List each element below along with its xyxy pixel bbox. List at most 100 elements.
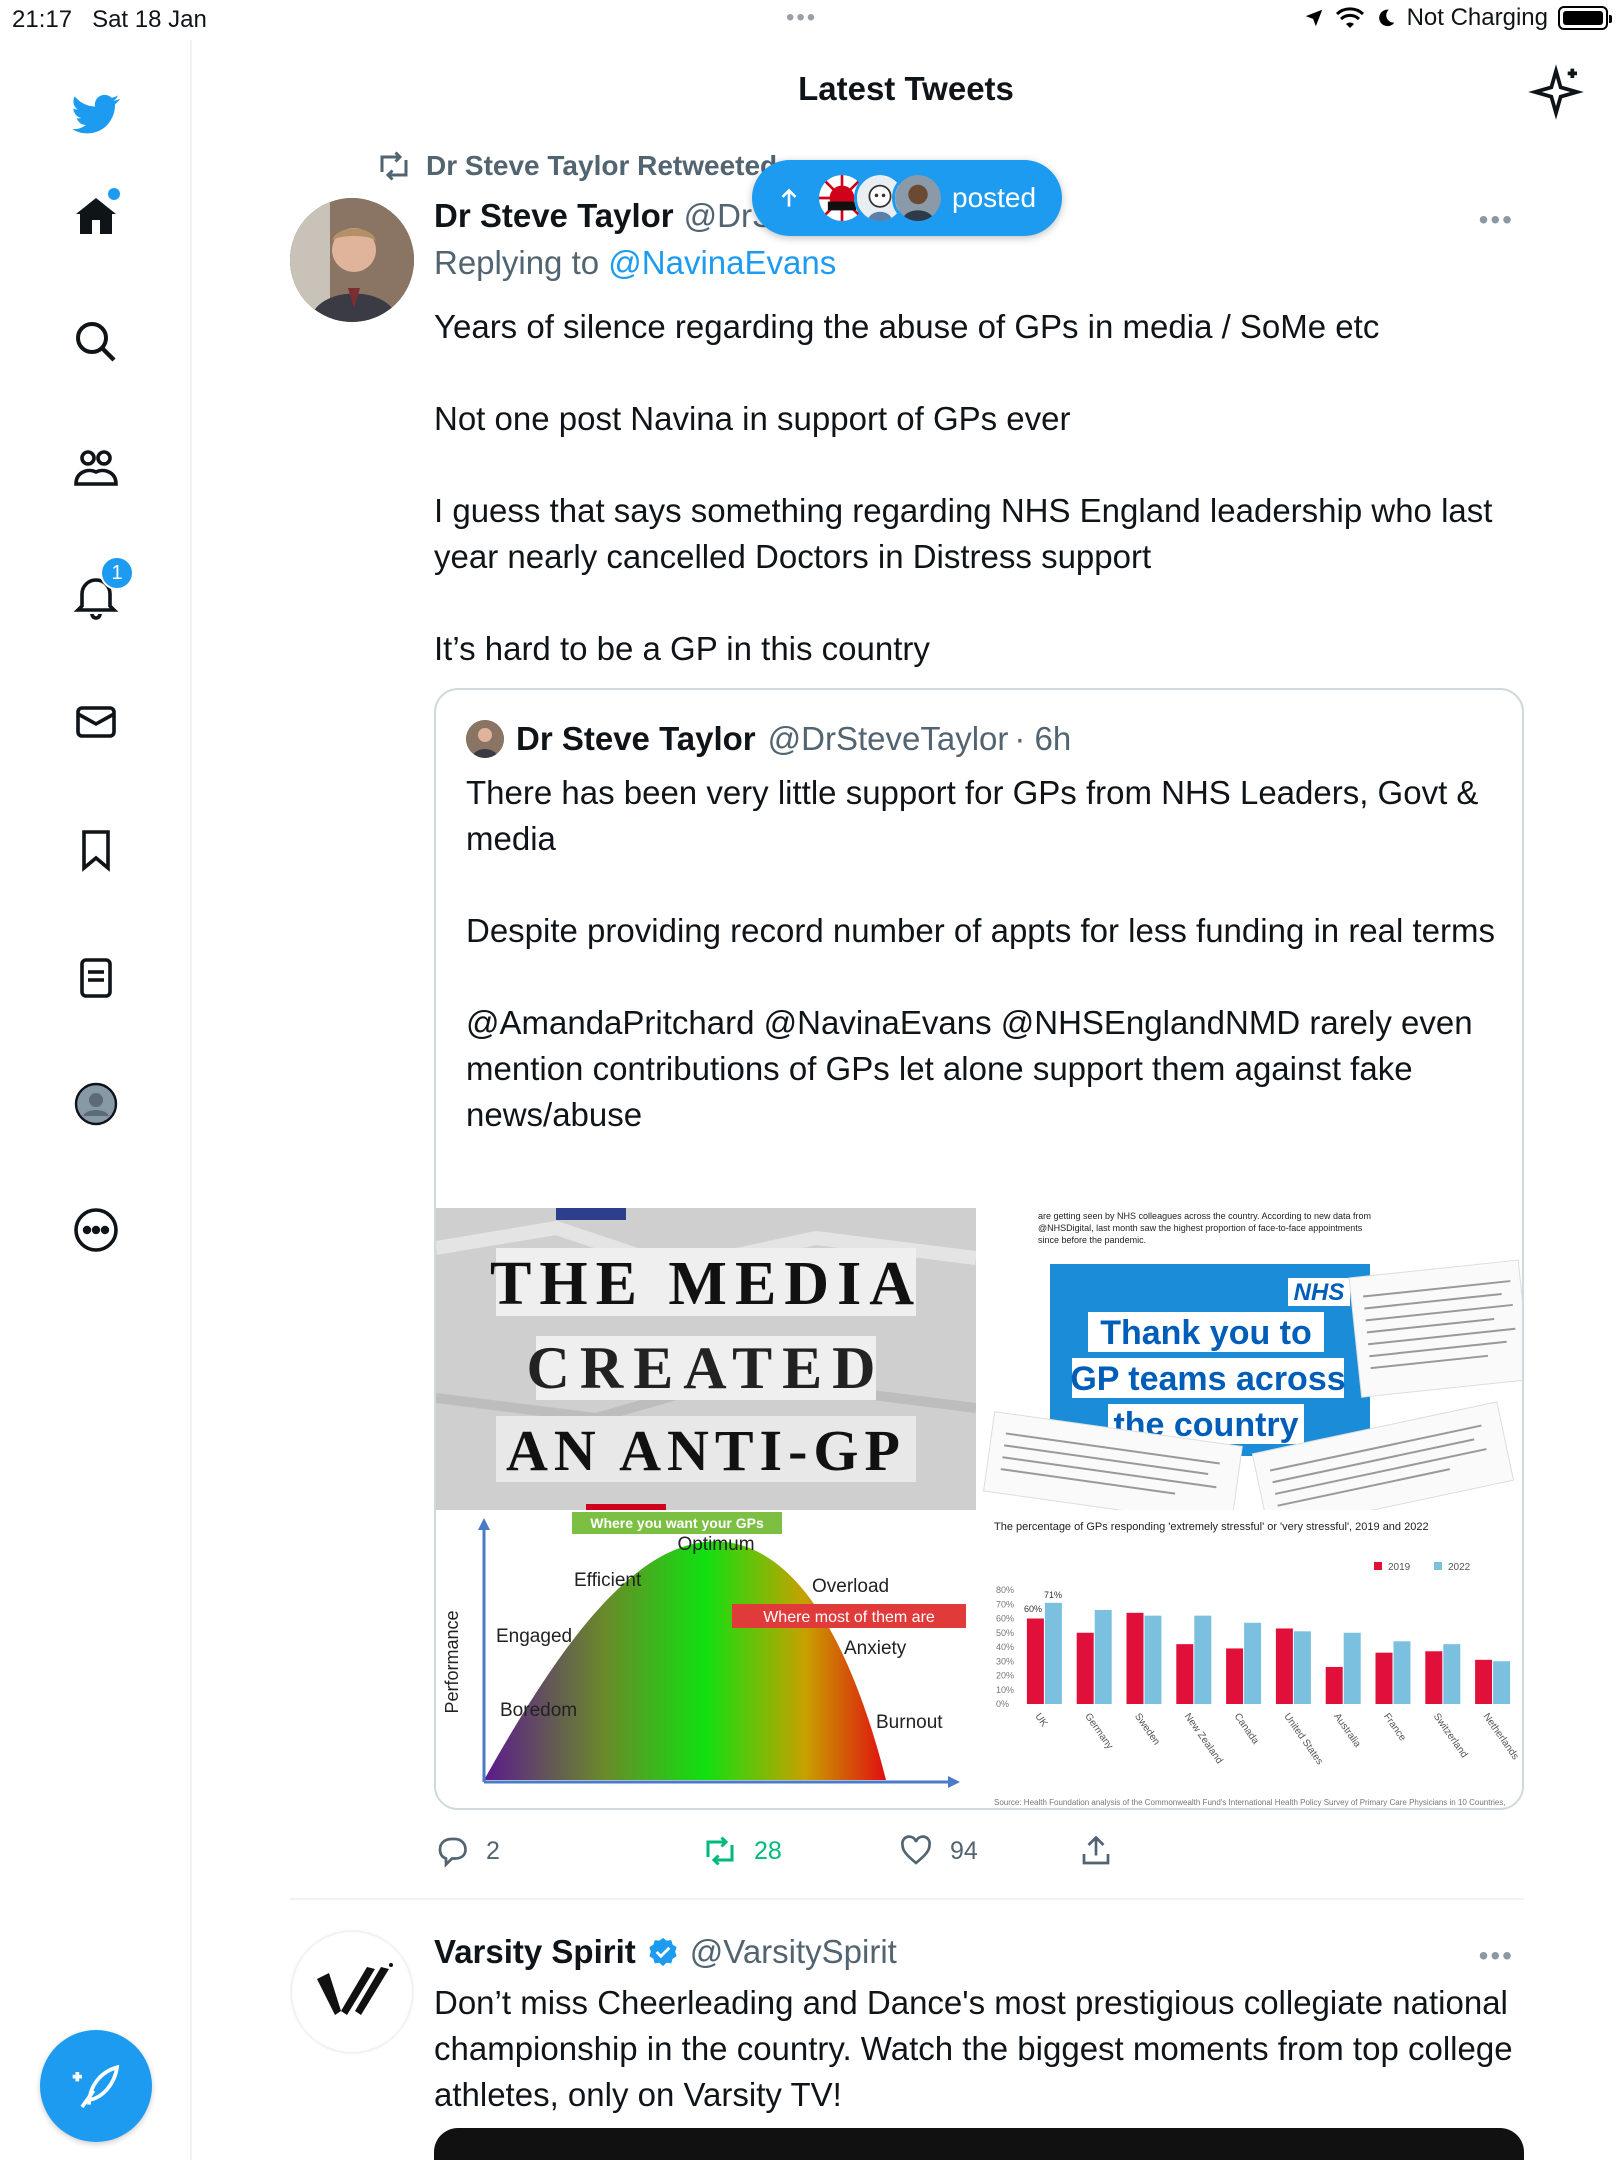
y-tick-label: 70% [996, 1599, 1014, 1609]
quote-paragraph: Despite providing record number of appts… [466, 912, 1496, 949]
home-icon[interactable] [68, 188, 124, 244]
tweet-content: Varsity Spirit @VarsitySpirit ••• Don’t … [434, 1920, 1514, 2118]
tweet-divider [290, 1898, 1524, 1900]
perf-ylabel: Performance [442, 1610, 462, 1713]
legend-swatch-2019 [1374, 1562, 1382, 1570]
author-name[interactable]: Dr Steve Taylor [434, 197, 674, 235]
communities-icon[interactable] [68, 440, 124, 496]
page-title: Latest Tweets [798, 70, 1014, 107]
share-icon [1082, 1835, 1110, 1865]
retweet-icon [380, 151, 408, 181]
reply-count: 2 [486, 1836, 500, 1865]
y-tick-label: 0% [996, 1699, 1009, 1709]
video-thumbnail[interactable] [434, 2128, 1524, 2160]
heart-icon [901, 1835, 931, 1865]
reply-button[interactable]: 2 [434, 1833, 634, 1869]
tweet-paragraph: Not one post Navina in support of GPs ev… [434, 400, 1071, 437]
retweet-button[interactable]: 28 [702, 1833, 902, 1869]
compose-feather-icon [72, 2064, 120, 2109]
reply-icon [438, 1837, 467, 1868]
twitter-logo-icon[interactable] [68, 86, 124, 142]
y-tick-label: 20% [996, 1671, 1014, 1681]
bar-2022-netherlands [1493, 1661, 1511, 1704]
nhs-headline-1: Thank you to [1100, 1314, 1312, 1352]
retweeted-by-label: Dr Steve Taylor Retweeted [426, 150, 778, 181]
mail-icon[interactable] [68, 694, 124, 750]
media-image-nhs-thanks[interactable]: are getting seen by NHS colleagues acros… [978, 1208, 1522, 1510]
avatar[interactable] [466, 720, 504, 758]
sparkle-icon[interactable] [1528, 64, 1584, 120]
tweet-author-row: Varsity Spirit @VarsitySpirit [434, 1924, 1514, 1980]
tweet-paragraph: Years of silence regarding the abuse of … [434, 308, 1380, 345]
multitask-dots[interactable]: ••• [786, 4, 817, 32]
bar-2019-united-states [1275, 1628, 1293, 1704]
compose-tweet-button[interactable] [40, 2030, 152, 2142]
tweet-text: Years of silence regarding the abuse of … [434, 304, 1514, 672]
moon-icon [1378, 9, 1394, 27]
more-options-icon[interactable] [68, 1202, 124, 1258]
bar-2019-sweden [1126, 1612, 1144, 1704]
media-image-stress-chart[interactable]: The percentage of GPs responding 'extrem… [978, 1512, 1522, 1808]
media-image-ransom-note[interactable]: THE MEDIA CREATED AN ANTI-GP [436, 1208, 976, 1510]
perf-engaged: Engaged [496, 1626, 572, 1647]
quote-author-name[interactable]: Dr Steve Taylor [516, 720, 756, 758]
quote-author-handle[interactable]: @DrSteveTaylor [768, 720, 1009, 758]
nhs-headline-2: GP teams across [1070, 1360, 1345, 1398]
bell-icon[interactable]: 1 [68, 556, 134, 624]
perf-anxiety: Anxiety [844, 1638, 907, 1659]
list-icon[interactable] [68, 950, 124, 1006]
replying-to-link[interactable]: @NavinaEvans [608, 244, 836, 281]
y-tick-label: 10% [996, 1685, 1014, 1695]
quote-paragraph: @AmandaPritchard @NavinaEvans @NHSEnglan… [466, 1004, 1473, 1133]
perf-boredom: Boredom [500, 1700, 577, 1721]
quoted-tweet[interactable]: Dr Steve Taylor @DrSteveTaylor · 6h Ther… [434, 688, 1524, 1810]
quote-paragraph: There has been very little support for G… [466, 774, 1479, 857]
bar-2019-switzerland [1425, 1651, 1443, 1704]
bookmark-icon[interactable] [68, 822, 124, 878]
media-image-performance-curve[interactable]: Performance Where you want your GPs Opti… [436, 1512, 976, 1808]
legend-label-2022: 2022 [1448, 1562, 1471, 1573]
battery-icon [1558, 6, 1612, 30]
avatar[interactable] [290, 198, 414, 322]
profile-icon[interactable] [68, 1076, 124, 1132]
pill-avatars [816, 172, 944, 224]
perf-optimum: Optimum [677, 1534, 754, 1555]
ransom-line-3: AN ANTI-GP [506, 1418, 906, 1483]
bar-2019-uk [1026, 1618, 1044, 1704]
retweet-context: Dr Steve Taylor Retweeted [376, 144, 777, 188]
new-posts-pill[interactable]: posted [752, 160, 1062, 236]
perf-banner-top: Where you want your GPs [590, 1515, 764, 1531]
quote-timestamp: · 6h [1014, 720, 1072, 757]
more-icon[interactable]: ••• [1479, 204, 1514, 236]
search-icon[interactable] [68, 314, 124, 370]
avatar [892, 172, 944, 224]
bar-2019-france [1375, 1652, 1393, 1704]
perf-efficient: Efficient [574, 1570, 642, 1591]
perf-overload: Overload [812, 1576, 889, 1597]
bar-2019-australia [1325, 1666, 1343, 1704]
quote-text: There has been very little support for G… [466, 770, 1496, 1138]
location-icon [1305, 9, 1322, 27]
ransom-line-1: THE MEDIA [490, 1250, 922, 1318]
bar-2022-australia [1343, 1632, 1361, 1704]
status-time: 21:17 Sat 18 Jan [12, 6, 207, 33]
y-tick-label: 60% [996, 1614, 1014, 1624]
avatar[interactable] [290, 1930, 414, 2054]
share-button[interactable] [1078, 1833, 1278, 1869]
author-name[interactable]: Varsity Spirit [434, 1933, 636, 1971]
more-icon[interactable]: ••• [1479, 1940, 1514, 1972]
bar-2019-germany [1076, 1632, 1094, 1704]
y-tick-label: 30% [996, 1656, 1014, 1666]
nhs-caption: are getting seen by NHS colleagues acros… [1038, 1211, 1372, 1245]
like-button[interactable]: 94 [898, 1833, 1098, 1869]
media-grid: THE MEDIA CREATED AN ANTI-GP are getting… [436, 1208, 1522, 1808]
tweet-content: Dr Steve Taylor @DrSteveTaylor ••• Reply… [434, 188, 1514, 672]
y-tick-label: 50% [996, 1628, 1014, 1638]
arrow-up-icon [781, 188, 797, 207]
author-handle[interactable]: @VarsitySpirit [690, 1933, 897, 1971]
notification-badge: 1 [100, 556, 134, 590]
bar-2019-canada [1226, 1648, 1244, 1704]
home-unread-dot [108, 188, 120, 200]
bar-2019-new-zealand [1176, 1644, 1194, 1704]
bar-2022-sweden [1144, 1615, 1162, 1704]
